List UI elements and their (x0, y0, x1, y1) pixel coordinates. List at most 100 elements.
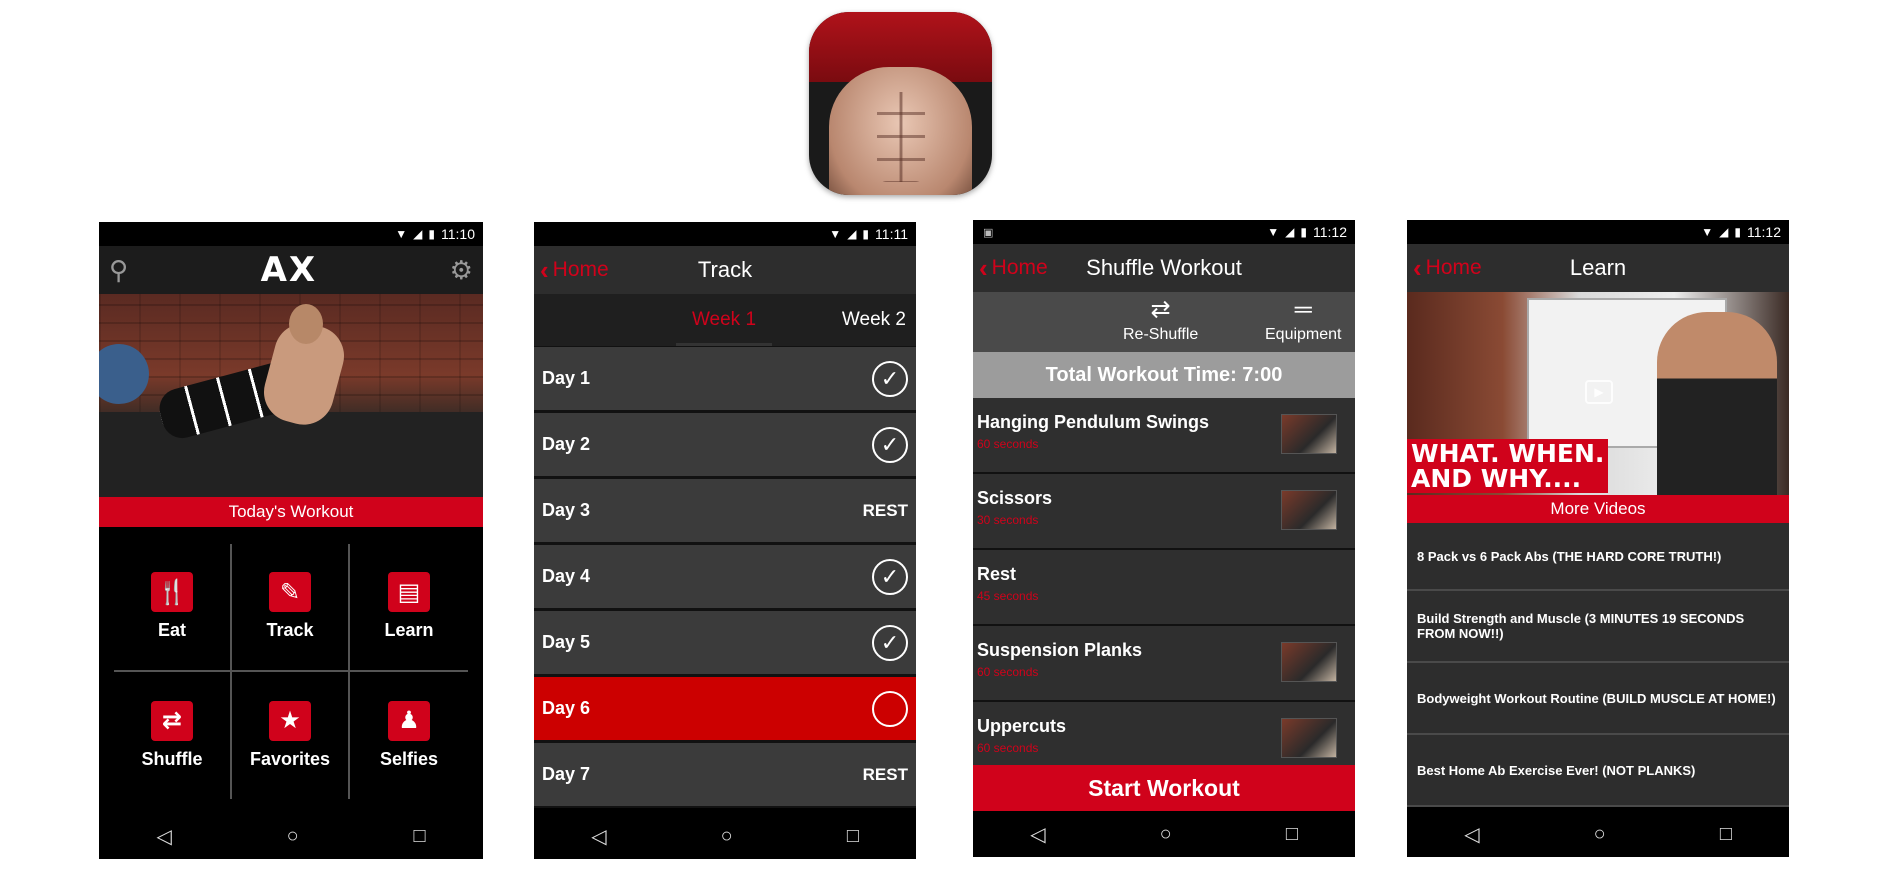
menu-tile-selfies[interactable]: ♟ Selfies (350, 672, 468, 800)
todays-workout-button[interactable]: Today's Workout (99, 497, 483, 527)
back-label: Home (552, 258, 609, 281)
recents-nav-icon[interactable]: □ (1286, 823, 1298, 846)
exercise-row[interactable]: Suspension Planks 60 seconds (973, 626, 1355, 702)
back-nav-icon[interactable]: ◁ (156, 824, 171, 849)
todays-workout-image[interactable] (99, 294, 483, 497)
signal-icon: ◢ (1719, 225, 1729, 239)
star-icon: ★ (269, 700, 311, 741)
home-back-button[interactable]: ‹ Home (540, 246, 609, 294)
person-icon: ♟ (388, 700, 430, 741)
recents-nav-icon[interactable]: □ (413, 825, 425, 848)
wifi-icon: ▼ (395, 227, 408, 241)
video-list-item[interactable]: Build Strength and Muscle (3 MINUTES 19 … (1407, 591, 1789, 663)
menu-tile-label: Favorites (249, 748, 331, 769)
chevron-left-icon: ‹ (540, 255, 549, 285)
reshuffle-button[interactable]: ⇄ Re-Shuffle (1123, 298, 1198, 344)
home-back-button[interactable]: ‹ Home (1413, 244, 1482, 292)
signal-icon: ◢ (413, 227, 423, 241)
home-nav-icon[interactable]: ○ (721, 825, 733, 848)
presenter-graphic (1657, 312, 1777, 495)
home-back-button[interactable]: ‹ Home (979, 244, 1048, 292)
checkmark-icon: ✓ (872, 360, 908, 397)
app-logo: AX (260, 250, 318, 290)
status-bar: ▣ ▼ ◢ ▮ 11:12 (973, 220, 1355, 244)
battery-icon: ▮ (1734, 225, 1741, 239)
status-time: 11:11 (875, 226, 908, 242)
video-list-item[interactable]: 8 Pack vs 6 Pack Abs (THE HARD CORE TRUT… (1407, 523, 1789, 591)
menu-tile-eat[interactable]: 🍴 Eat (114, 544, 232, 672)
chevron-left-icon: ‹ (1413, 253, 1422, 283)
abs-graphic (877, 92, 925, 182)
status-bar: ▼ ◢ ▮ 11:10 (99, 222, 483, 246)
day-label: Day 6 (542, 698, 591, 718)
exercise-thumbnail (1281, 414, 1337, 454)
android-nav-bar: ◁ ○ □ (1407, 811, 1789, 857)
back-nav-icon[interactable]: ◁ (1030, 822, 1045, 847)
day-row[interactable]: Day 3 REST (534, 478, 916, 544)
recents-nav-icon[interactable]: □ (847, 825, 859, 848)
day-row[interactable]: Day 2 ✓ (534, 412, 916, 478)
top-bar: ‹ Home Track (534, 246, 916, 294)
exercise-row[interactable]: Rest 45 seconds (973, 550, 1355, 626)
rest-label: REST (862, 764, 908, 784)
video-list-item[interactable]: Bodyweight Workout Routine (BUILD MUSCLE… (1407, 663, 1789, 735)
shuffle-actions-bar: ⇄ Re-Shuffle ═ Equipment (973, 292, 1355, 352)
phone-learn-screen: ▼ ◢ ▮ 11:12 ‹ Home Learn ▶ WHAT. WHEN. A… (1407, 220, 1789, 857)
menu-tile-shuffle[interactable]: ⇄ Shuffle (114, 671, 232, 799)
battery-icon: ▮ (862, 227, 870, 241)
overlay-line: AND WHY.... (1411, 464, 1582, 493)
day-row[interactable]: Day 1 ✓ (534, 346, 916, 412)
menu-tile-label: Eat (157, 620, 186, 641)
top-bar: ‹ Home Learn (1407, 244, 1789, 292)
video-list-item[interactable]: Best Home Ab Exercise Ever! (NOT PLANKS) (1407, 735, 1789, 807)
tab-week-1[interactable]: Week 1 (676, 294, 772, 346)
recents-nav-icon[interactable]: □ (1720, 823, 1732, 846)
android-nav-bar: ◁ ○ □ (99, 813, 483, 859)
wifi-icon: ▼ (829, 227, 842, 241)
play-icon[interactable]: ▶ (1585, 380, 1613, 404)
home-nav-icon[interactable]: ○ (1160, 823, 1172, 846)
day-row-current[interactable]: Day 6 (534, 676, 916, 742)
back-label: Home (991, 256, 1048, 279)
book-icon: ▤ (388, 572, 430, 613)
equipment-button[interactable]: ═ Equipment (1265, 298, 1342, 344)
back-nav-icon[interactable]: ◁ (591, 824, 606, 849)
menu-tile-label: Shuffle (141, 748, 203, 769)
back-nav-icon[interactable]: ◁ (1464, 822, 1479, 847)
exercise-row[interactable]: Hanging Pendulum Swings 60 seconds (973, 398, 1355, 474)
day-label: Day 4 (542, 566, 591, 586)
status-time: 11:10 (441, 226, 475, 242)
utensils-icon: 🍴 (151, 572, 193, 613)
day-row[interactable]: Day 5 ✓ (534, 610, 916, 676)
menu-tile-learn[interactable]: ▤ Learn (350, 544, 468, 672)
home-nav-icon[interactable]: ○ (287, 825, 299, 848)
more-videos-button[interactable]: More Videos (1407, 495, 1789, 523)
empty-circle-icon (872, 690, 908, 727)
menu-tile-label: Track (266, 620, 314, 641)
home-nav-icon[interactable]: ○ (1594, 823, 1606, 846)
exercise-row[interactable]: Scissors 30 seconds (973, 474, 1355, 550)
menu-tile-favorites[interactable]: ★ Favorites (232, 671, 350, 799)
start-workout-button[interactable]: Start Workout (973, 765, 1355, 811)
day-label: Day 5 (542, 632, 591, 652)
tab-week-2[interactable]: Week 2 (842, 294, 906, 346)
day-label: Day 7 (542, 764, 591, 784)
exercise-thumbnail (1281, 642, 1337, 682)
day-row[interactable]: Day 7 REST (534, 742, 916, 808)
menu-tile-track[interactable]: ✎ Track (232, 544, 350, 672)
signal-icon: ◢ (847, 227, 857, 241)
android-nav-bar: ◁ ○ □ (973, 811, 1355, 857)
gear-icon[interactable]: ⚙ (450, 255, 473, 286)
checkmark-icon: ✓ (872, 624, 908, 661)
featured-video[interactable]: ▶ WHAT. WHEN. AND WHY.... (1407, 292, 1789, 495)
day-row[interactable]: Day 4 ✓ (534, 544, 916, 610)
app-header: ⚲ AX ⚙ (99, 246, 483, 294)
search-icon[interactable]: ⚲ (109, 255, 128, 286)
exercise-duration: 45 seconds (977, 589, 1039, 603)
reshuffle-label: Re-Shuffle (1123, 326, 1199, 343)
day-label: Day 2 (542, 434, 591, 454)
shuffle-icon: ⇄ (1150, 296, 1171, 323)
rest-label: REST (862, 500, 908, 520)
phone-shuffle-screen: ▣ ▼ ◢ ▮ 11:12 ‹ Home Shuffle Workout ⇄ R… (973, 220, 1355, 857)
pencil-icon: ✎ (269, 572, 311, 613)
